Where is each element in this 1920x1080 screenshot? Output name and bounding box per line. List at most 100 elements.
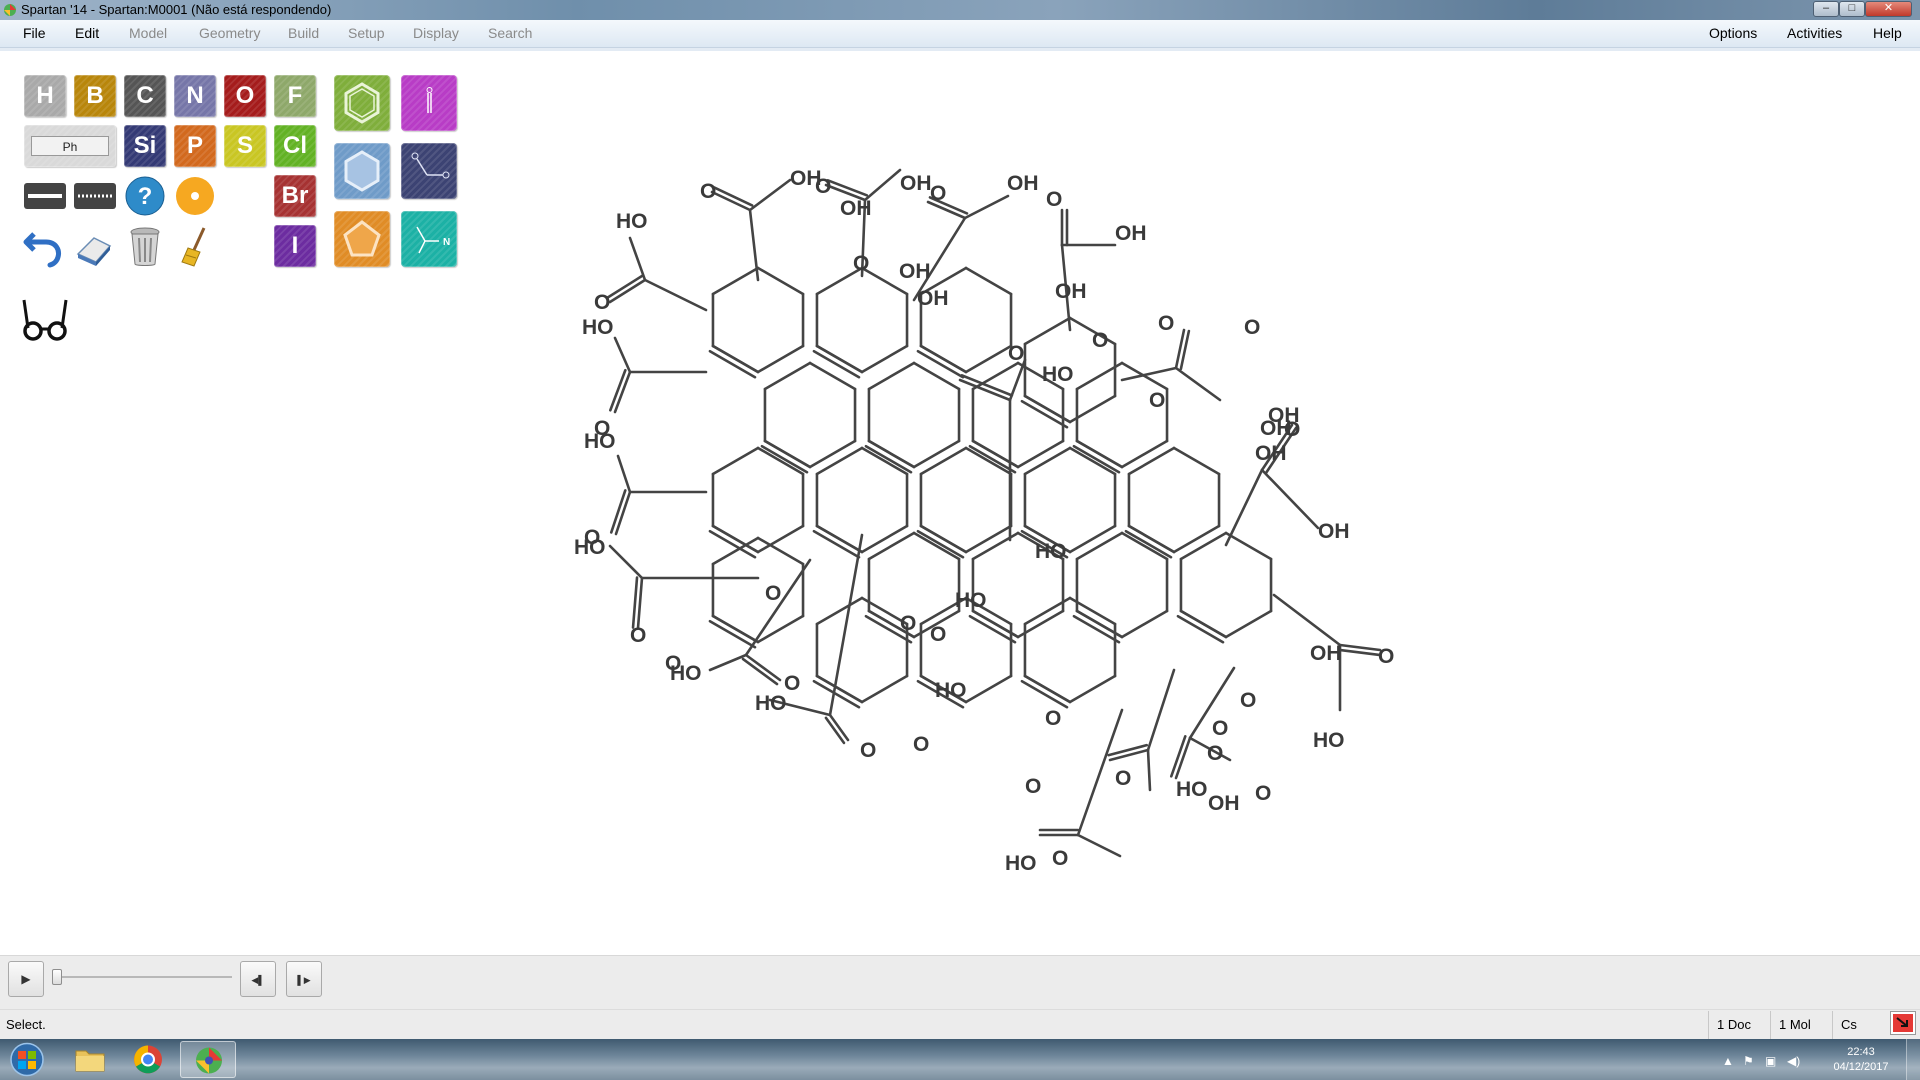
element-s-button[interactable]: S: [224, 125, 266, 167]
bond: [964, 344, 1013, 374]
element-b-button[interactable]: B: [74, 75, 116, 117]
atom-label-o: O: [1240, 689, 1256, 712]
element-si-button[interactable]: Si: [124, 125, 166, 167]
atom-label-o: O: [1025, 775, 1041, 798]
bond: [808, 361, 857, 391]
element-o-button[interactable]: O: [224, 75, 266, 117]
element-ph-button[interactable]: Ph: [24, 125, 116, 167]
bond: [860, 344, 909, 374]
carboxyl-fragment-button[interactable]: [401, 143, 457, 199]
element-symbol: B: [86, 82, 104, 109]
free-valence-icon[interactable]: [174, 175, 216, 217]
bond: [860, 524, 909, 554]
start-button[interactable]: [2, 1041, 52, 1078]
tray-network-icon[interactable]: ▣: [1765, 1054, 1776, 1068]
atom-label-ho: HO: [582, 316, 614, 339]
bond: [1023, 316, 1072, 346]
taskbar-spartan[interactable]: [180, 1041, 236, 1078]
bond: [636, 576, 644, 630]
atom-label-ho: HO: [755, 692, 787, 715]
benzene-fragment-button[interactable]: [334, 75, 390, 131]
tray-clock[interactable]: 22:43 04/12/2017: [1826, 1045, 1896, 1075]
close-button[interactable]: ✕: [1865, 1, 1912, 17]
minimize-button[interactable]: –: [1813, 1, 1839, 17]
step-forward-button[interactable]: ▌▶: [286, 961, 322, 997]
cyclohexane-fragment-button[interactable]: [334, 143, 390, 199]
status-corner-button[interactable]: [1890, 1011, 1916, 1035]
taskbar-chrome[interactable]: [120, 1041, 176, 1078]
windows-taskbar: [0, 1039, 1920, 1080]
animation-slider-track[interactable]: [56, 976, 232, 978]
step-back-button[interactable]: ◀▌: [240, 961, 276, 997]
menu-build[interactable]: Build: [288, 25, 319, 41]
tray-flag-icon[interactable]: ⚑: [1743, 1054, 1754, 1068]
taskbar-explorer[interactable]: [62, 1041, 118, 1078]
trash-icon[interactable]: [124, 224, 166, 266]
bond: [631, 576, 639, 629]
element-f-button[interactable]: F: [274, 75, 316, 117]
help-question-icon[interactable]: ?: [124, 175, 166, 217]
tray-expand-icon[interactable]: ▲: [1722, 1054, 1734, 1068]
element-symbol: F: [287, 82, 303, 109]
group-fragment-button[interactable]: [401, 75, 457, 131]
menu-help[interactable]: Help: [1873, 25, 1902, 41]
chrome-icon: [134, 1045, 162, 1074]
element-symbol: H: [36, 82, 54, 109]
menu-display[interactable]: Display: [413, 25, 459, 41]
partial-bond-tool-icon[interactable]: [74, 175, 116, 217]
bond: [1076, 833, 1122, 858]
tray-volume-icon[interactable]: ◀): [1787, 1054, 1800, 1068]
atom-label-oh: OH: [899, 260, 931, 283]
bond: [1072, 444, 1121, 474]
element-br-button[interactable]: Br: [274, 175, 316, 217]
bond: [919, 524, 968, 554]
element-cl-button[interactable]: Cl: [274, 125, 316, 167]
status-symmetry: Cs: [1832, 1011, 1888, 1039]
maximize-button[interactable]: □: [1839, 1, 1865, 17]
windows-start-orb-icon: [10, 1042, 44, 1077]
view-glasses-icon[interactable]: [20, 298, 70, 341]
benzene-icon: [344, 82, 380, 124]
menu-activities[interactable]: Activities: [1787, 25, 1842, 41]
undo-icon[interactable]: [22, 224, 64, 268]
bond: [867, 439, 916, 469]
bond: [1068, 674, 1117, 704]
menu-search[interactable]: Search: [488, 25, 532, 41]
show-desktop-button[interactable]: [1906, 1039, 1920, 1080]
atom-label-o: O: [630, 624, 646, 647]
atom-label-oh: OH: [1260, 417, 1292, 440]
atom-label-o: O: [700, 180, 716, 203]
tray-time: 22:43: [1847, 1046, 1875, 1058]
element-i-button[interactable]: I: [274, 225, 316, 267]
bond: [1338, 648, 1381, 657]
menu-geometry[interactable]: Geometry: [199, 25, 260, 41]
bond: [808, 439, 857, 469]
menu-setup[interactable]: Setup: [348, 25, 385, 41]
amide-fragment-button[interactable]: N: [401, 211, 457, 267]
bond: [971, 361, 1020, 391]
bond: [643, 278, 708, 312]
element-n-button[interactable]: N: [174, 75, 216, 117]
eraser-icon[interactable]: [72, 224, 114, 266]
atom-label-o: O: [860, 739, 876, 762]
clear-broom-icon[interactable]: [174, 224, 216, 267]
element-p-button[interactable]: P: [174, 125, 216, 167]
atom-label-o: O: [1052, 847, 1068, 870]
atom-label-oh: OH: [1310, 642, 1342, 665]
menu-options[interactable]: Options: [1709, 25, 1757, 41]
element-c-button[interactable]: C: [124, 75, 166, 117]
molecule-atom-labels: OOHOHOOHOOHOOHOOHOOHOO OHO OHOOHOOHOOHOHOO…: [574, 167, 1394, 875]
bond: [1016, 439, 1065, 469]
menu-file[interactable]: File: [23, 25, 46, 41]
menu-model[interactable]: Model: [129, 25, 167, 41]
spartan-app-icon: [4, 4, 16, 16]
play-button[interactable]: ▶: [8, 961, 44, 997]
cyclopentane-fragment-button[interactable]: [334, 211, 390, 267]
atom-label-o: O: [1092, 329, 1108, 352]
molecule-canvas[interactable]: OOHOHOOHOOHOOHOOHOOHOO OHO OHOOHOOHOOHOHOO…: [540, 140, 1440, 880]
element-h-button[interactable]: H: [24, 75, 66, 117]
menu-edit[interactable]: Edit: [75, 25, 99, 41]
atom-label-o: O: [1207, 742, 1223, 765]
animation-slider-thumb[interactable]: [52, 969, 62, 985]
single-bond-tool-icon[interactable]: [24, 175, 66, 217]
